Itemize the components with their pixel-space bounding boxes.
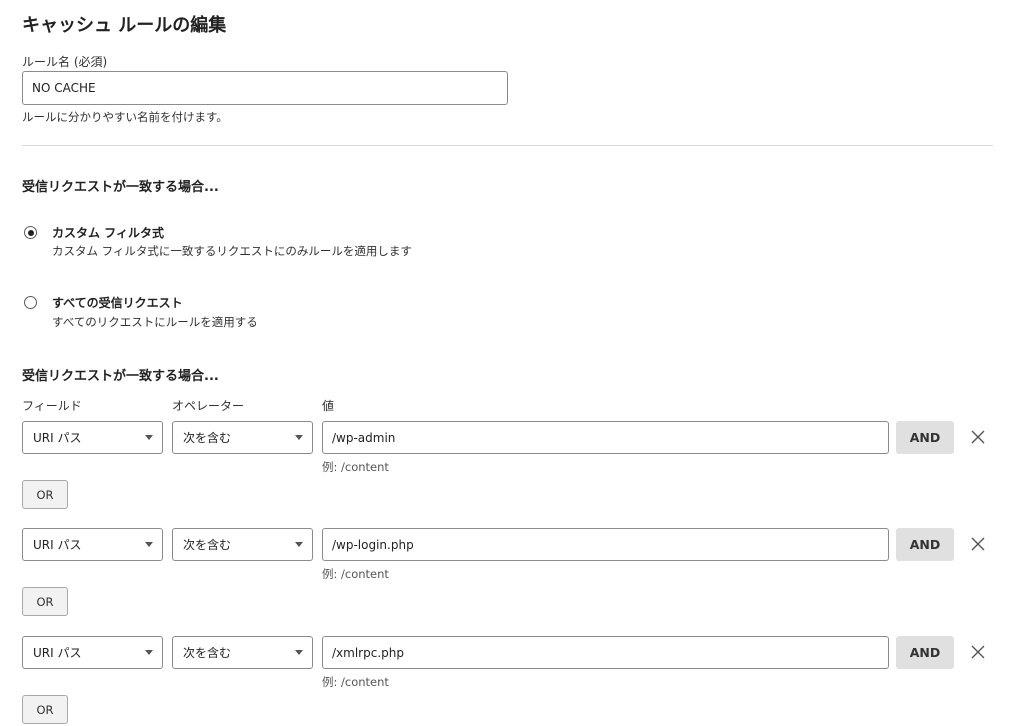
value-hint: 例: /content <box>322 675 389 689</box>
column-field-label: フィールド <box>22 399 82 413</box>
field-select[interactable]: URI パス <box>22 636 163 669</box>
or-button[interactable]: OR <box>22 480 68 509</box>
operator-select-value: 次を含む <box>183 538 232 552</box>
chevron-down-icon <box>145 542 153 547</box>
value-hint: 例: /content <box>322 460 389 474</box>
close-icon[interactable] <box>968 427 988 447</box>
or-button[interactable]: OR <box>22 587 68 616</box>
operator-select[interactable]: 次を含む <box>172 636 313 669</box>
rule-name-value: NO CACHE <box>32 81 96 95</box>
field-select[interactable]: URI パス <box>22 421 163 454</box>
or-button[interactable]: OR <box>22 695 68 724</box>
value-input[interactable]: /xmlrpc.php <box>322 636 889 669</box>
chevron-down-icon <box>295 542 303 547</box>
value-input[interactable]: /wp-login.php <box>322 528 889 561</box>
radio-custom-filter[interactable] <box>24 226 37 239</box>
and-button[interactable]: AND <box>896 528 954 561</box>
operator-select-value: 次を含む <box>183 646 232 660</box>
option-all-title[interactable]: すべての受信リクエスト <box>52 294 183 311</box>
option-all-description: すべてのリクエストにルールを適用する <box>52 315 258 329</box>
rule-name-label: ルール名 (必須) <box>22 55 108 69</box>
chevron-down-icon <box>295 435 303 440</box>
operator-select[interactable]: 次を含む <box>172 528 313 561</box>
match-heading: 受信リクエストが一致する場合... <box>22 180 219 195</box>
column-operator-label: オペレーター <box>172 399 245 413</box>
value-input-text: /xmlrpc.php <box>332 645 404 660</box>
and-button[interactable]: AND <box>896 421 954 454</box>
value-hint: 例: /content <box>322 567 389 581</box>
chevron-down-icon <box>145 435 153 440</box>
rule-name-help: ルールに分かりやすい名前を付けます。 <box>22 110 228 124</box>
radio-all-requests[interactable] <box>24 296 37 309</box>
operator-select-value: 次を含む <box>183 431 232 445</box>
value-input-text: /wp-login.php <box>332 537 414 552</box>
column-value-label: 値 <box>322 399 335 413</box>
field-select[interactable]: URI パス <box>22 528 163 561</box>
field-select-value: URI パス <box>33 538 82 552</box>
option-custom-description: カスタム フィルタ式に一致するリクエストにのみルールを適用します <box>52 244 412 258</box>
radio-selected-dot <box>27 229 34 236</box>
close-icon[interactable] <box>968 642 988 662</box>
field-select-value: URI パス <box>33 646 82 660</box>
close-icon[interactable] <box>968 534 988 554</box>
option-custom-title[interactable]: カスタム フィルタ式 <box>52 224 164 241</box>
expression-heading: 受信リクエストが一致する場合... <box>22 369 219 384</box>
field-select-value: URI パス <box>33 431 82 445</box>
page-title: キャッシュ ルールの編集 <box>22 15 227 36</box>
divider <box>22 145 993 146</box>
and-button[interactable]: AND <box>896 636 954 669</box>
rule-name-input[interactable]: NO CACHE <box>22 71 508 105</box>
chevron-down-icon <box>145 650 153 655</box>
chevron-down-icon <box>295 650 303 655</box>
operator-select[interactable]: 次を含む <box>172 421 313 454</box>
value-input-text: /wp-admin <box>332 430 396 445</box>
value-input[interactable]: /wp-admin <box>322 421 889 454</box>
